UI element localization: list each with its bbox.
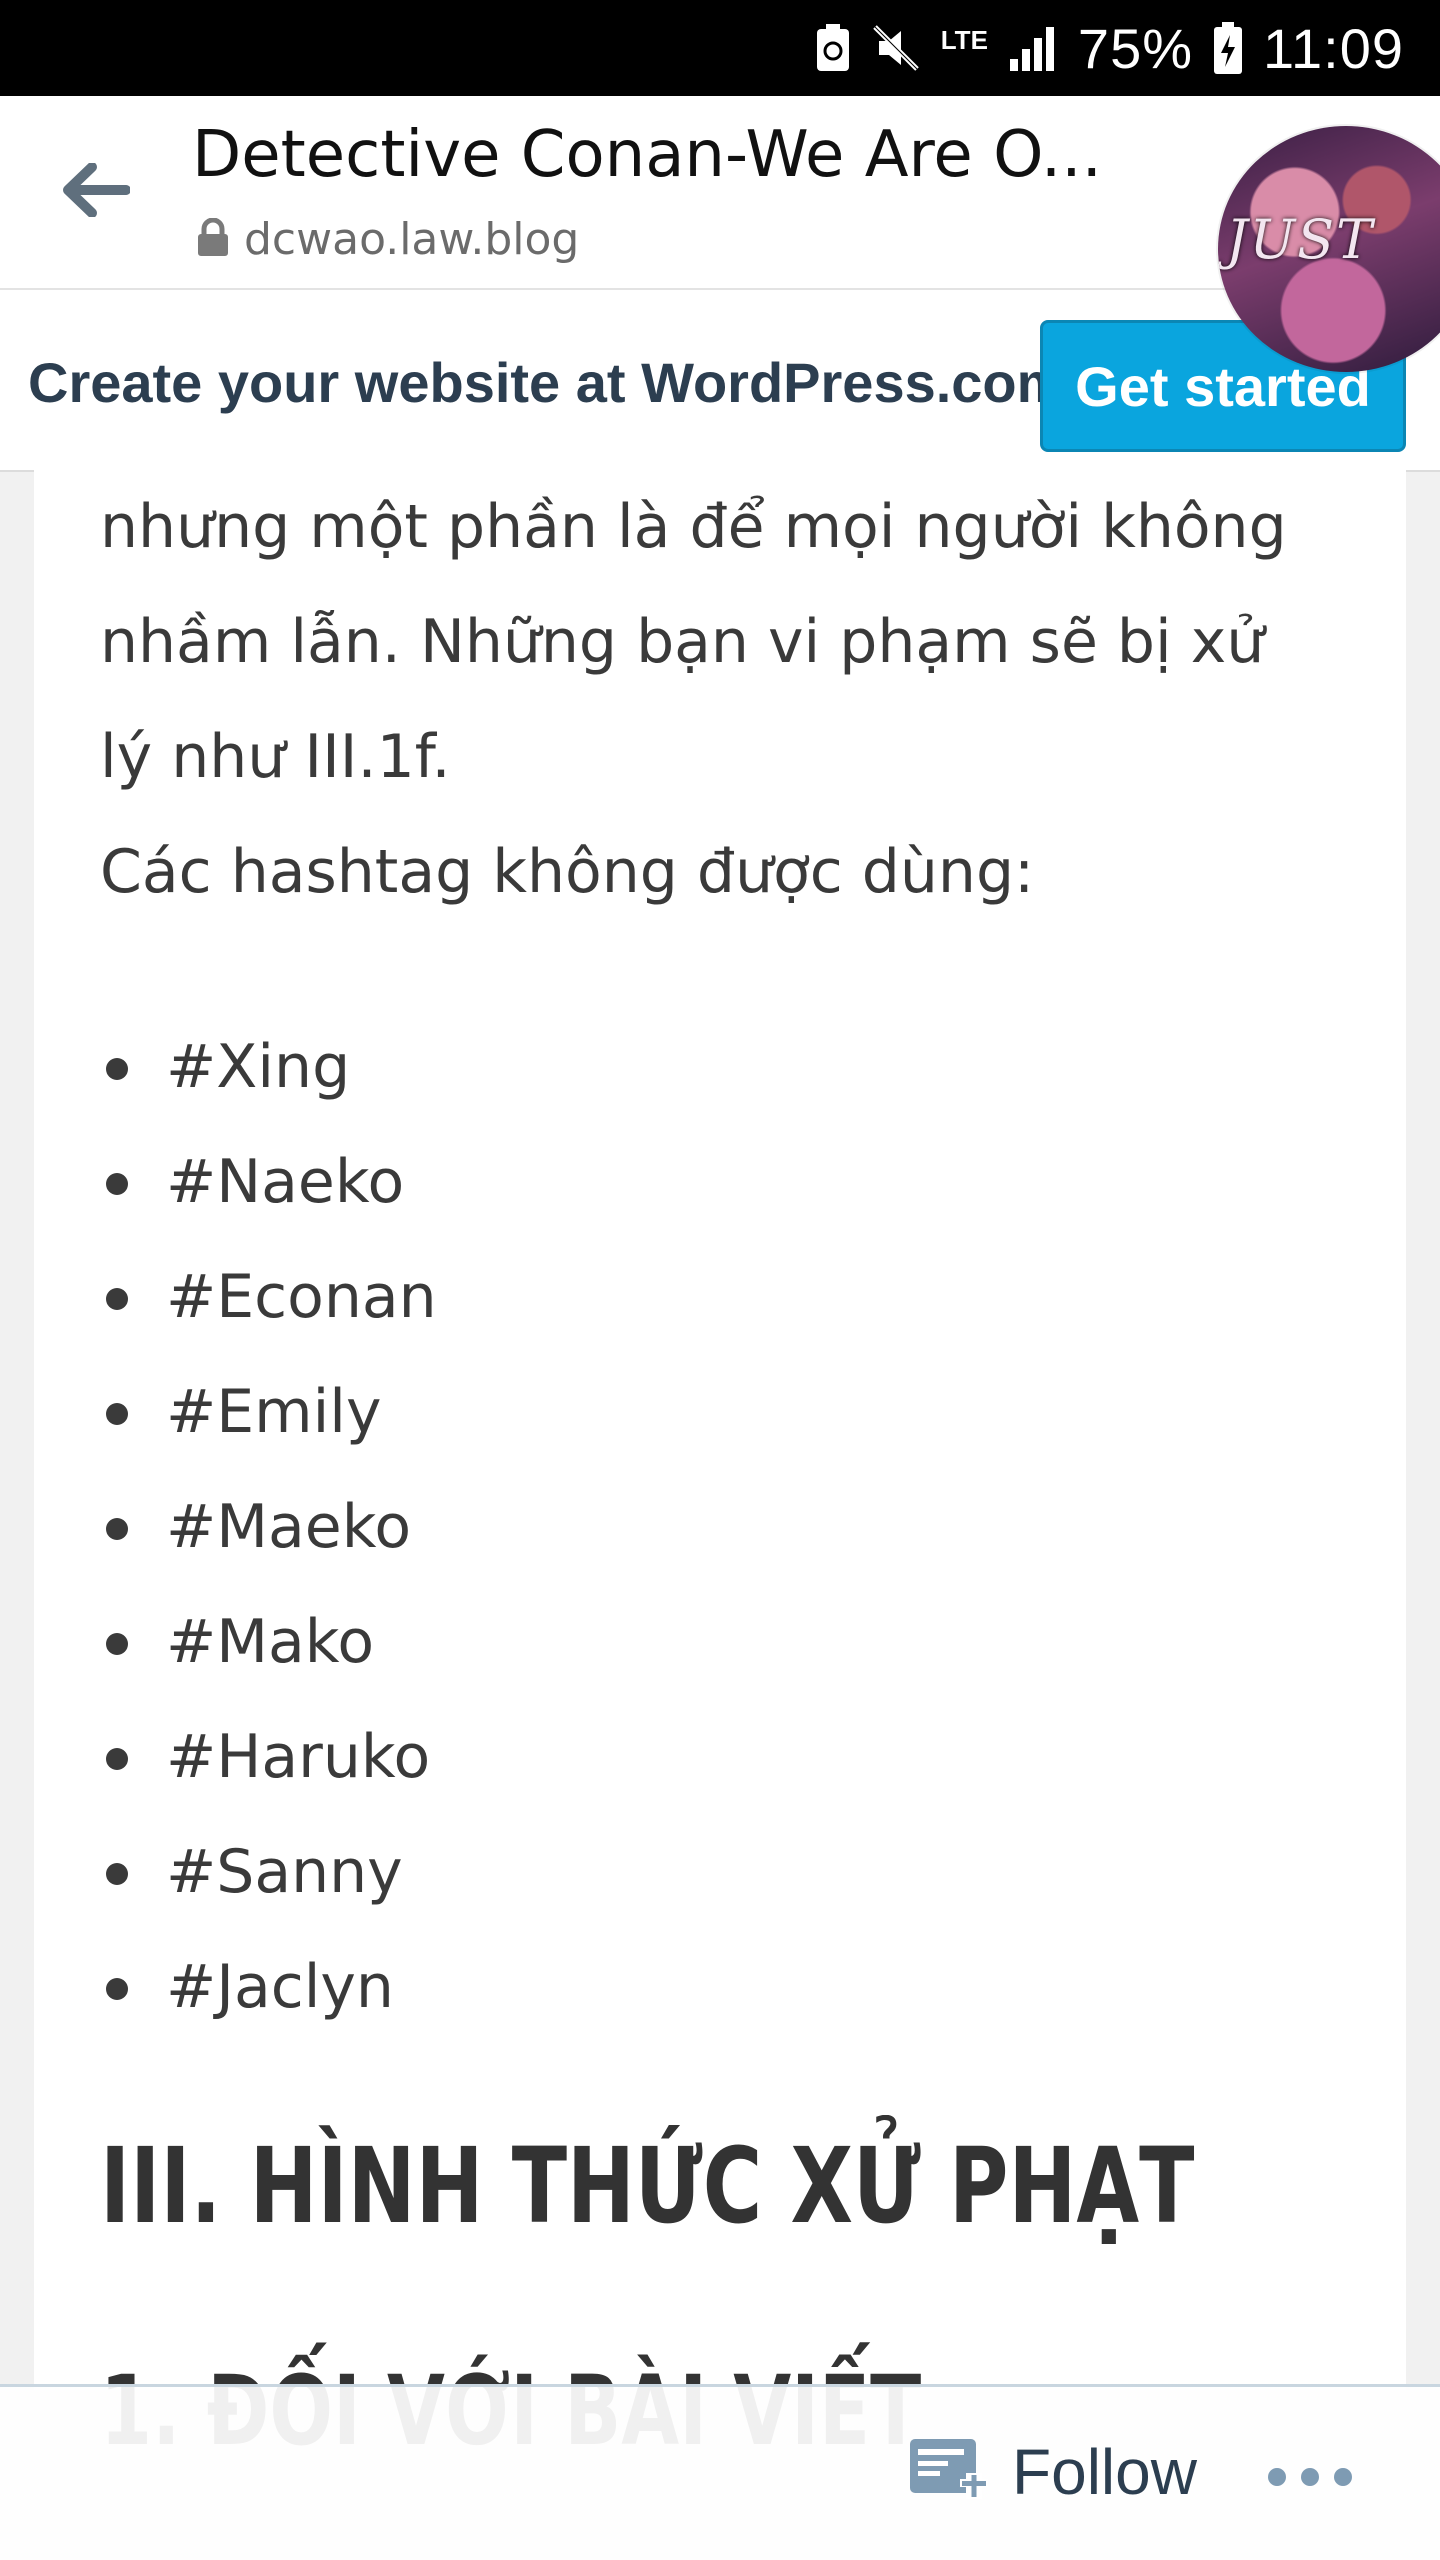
paragraph-line: lý như III.1f. [100, 722, 451, 792]
lock-icon [196, 217, 230, 262]
status-icons: LTE 75% 11:09 [815, 0, 1404, 96]
list-item: #Emily [100, 1355, 437, 1470]
bullet-icon [106, 1633, 128, 1655]
bullet-icon [106, 1403, 128, 1425]
clock: 11:09 [1263, 16, 1404, 80]
signal-icon [1008, 25, 1058, 71]
paragraph-line: Các hashtag không được dùng: [100, 837, 1035, 907]
reader-follow-icon [908, 2435, 988, 2509]
bullet-icon [106, 1058, 128, 1080]
network-type: LTE [940, 25, 988, 55]
section-heading: III. HÌNH THỨC XỬ PHẠT [100, 2125, 1195, 2247]
list-item: #Haruko [100, 1700, 437, 1815]
paragraph-line: nhầm lẫn. Những bạn vi phạm sẽ bị xử [100, 607, 1265, 677]
wordpress-banner: Create your website at WordPress.com Get… [0, 290, 1440, 472]
lte-data-icon: LTE [941, 27, 988, 61]
battery-charging-icon [1213, 21, 1243, 75]
bullet-icon [106, 1748, 128, 1770]
bullet-icon [106, 1978, 128, 2000]
list-item: #Naeko [100, 1125, 437, 1240]
more-dot [1268, 2468, 1286, 2486]
hashtag-text: #Haruko [166, 1722, 431, 1792]
list-item: #Mako [100, 1585, 437, 1700]
url-row[interactable]: dcwao.law.blog [196, 214, 579, 265]
hashtag-text: #Mako [166, 1607, 375, 1677]
mute-icon [871, 23, 921, 73]
bullet-icon [106, 1173, 128, 1195]
hashtag-text: #Sanny [166, 1837, 403, 1907]
bullet-icon [106, 1518, 128, 1540]
more-dot [1334, 2468, 1352, 2486]
site-url: dcwao.law.blog [244, 214, 580, 265]
more-dot [1301, 2468, 1319, 2486]
list-item: #Sanny [100, 1815, 437, 1930]
follow-label: Follow [1012, 2436, 1197, 2508]
follow-button[interactable]: Follow [908, 2435, 1197, 2509]
back-button[interactable] [58, 154, 134, 230]
article-paragraph: nhưng một phần là để mọi người không nhầ… [100, 470, 1380, 930]
more-options-button[interactable] [1268, 2457, 1352, 2497]
paragraph-line: nhưng một phần là để mọi người không [100, 492, 1287, 562]
hashtag-text: #Econan [166, 1262, 437, 1332]
list-item: #Econan [100, 1240, 437, 1355]
banner-text[interactable]: Create your website at WordPress.com [28, 350, 1066, 415]
list-item: #Maeko [100, 1470, 437, 1585]
article-content: nhưng một phần là để mọi người không nhầ… [34, 470, 1406, 2467]
bullet-icon [106, 1288, 128, 1310]
list-item: #Jaclyn [100, 1930, 437, 2045]
battery-percent: 75% [1077, 16, 1194, 80]
hashtag-text: #Xing [166, 1032, 351, 1102]
hashtag-list: #Xing #Naeko #Econan #Emily #Maeko #Mako… [100, 1010, 437, 2045]
avatar-text: JUST [1226, 208, 1375, 271]
hashtag-text: #Maeko [166, 1492, 412, 1562]
back-arrow-icon [62, 162, 131, 221]
follow-bar: Follow [0, 2384, 1440, 2560]
page-title: Detective Conan-We Are O... [192, 118, 1102, 192]
bullet-icon [106, 1863, 128, 1885]
hashtag-text: #Emily [166, 1377, 382, 1447]
hashtag-text: #Naeko [166, 1147, 405, 1217]
list-item: #Xing [100, 1010, 437, 1125]
status-bar: LTE 75% 11:09 [0, 0, 1440, 96]
hashtag-text: #Jaclyn [166, 1952, 394, 2022]
battery-saver-icon [815, 23, 851, 73]
